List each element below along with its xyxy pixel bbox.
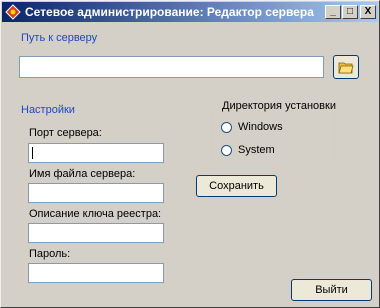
install-dir-group — [211, 105, 335, 167]
server-filename-input[interactable] — [28, 183, 164, 203]
text-caret — [32, 147, 33, 159]
port-input[interactable] — [28, 143, 164, 163]
password-input[interactable] — [28, 263, 164, 283]
minimize-button[interactable]: _ — [325, 5, 341, 19]
folder-open-icon — [338, 60, 354, 77]
app-icon — [5, 4, 21, 20]
radio-windows[interactable] — [221, 122, 232, 133]
server-path-input[interactable] — [19, 56, 324, 78]
exit-button[interactable]: Выйти — [291, 279, 372, 301]
install-dir-title: Директория установки — [220, 100, 338, 112]
server-filename-label: Имя файла сервера: — [29, 168, 136, 180]
server-path-label: Путь к серверу — [21, 32, 98, 44]
save-button[interactable]: Сохранить — [196, 175, 277, 197]
password-label: Пароль: — [29, 248, 71, 260]
maximize-button[interactable]: □ — [342, 5, 358, 19]
browse-button[interactable] — [333, 55, 359, 79]
close-button[interactable]: X — [360, 5, 376, 19]
title-bar: Сетевое администрирование: Редактор серв… — [2, 2, 378, 22]
port-label: Порт сервера: — [29, 127, 102, 139]
window-title: Сетевое администрирование: Редактор серв… — [25, 5, 314, 19]
radio-system-label[interactable]: System — [238, 144, 275, 156]
editor-window: Сетевое администрирование: Редактор серв… — [0, 0, 380, 308]
settings-label: Настройки — [21, 104, 75, 116]
registry-key-input[interactable] — [28, 223, 164, 243]
radio-system[interactable] — [221, 145, 232, 156]
radio-windows-label[interactable]: Windows — [238, 121, 283, 133]
registry-key-label: Описание ключа реестра: — [29, 208, 162, 220]
